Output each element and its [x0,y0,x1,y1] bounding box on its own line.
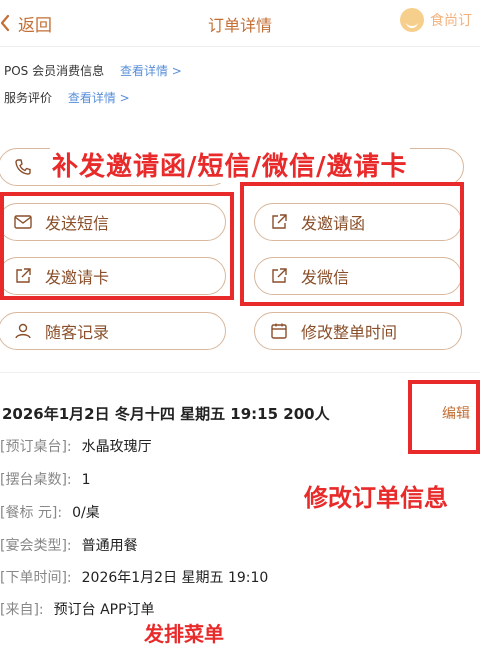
service-review-link[interactable]: 查看详情 > [68,91,130,105]
order-field-order-time: [下单时间]: 2026年1月2日 星期五 19:10 [0,567,268,587]
field-value: 0/桌 [72,505,100,521]
field-key: [来自]: [0,602,44,618]
order-field-banquet-type: [宴会类型]: 普通用餐 [0,535,138,555]
order-summary: 2026年1月2日 冬月十四 星期五 19:15 200人 [2,405,330,423]
field-key: [预订桌台]: [0,439,72,455]
phone-icon [15,159,31,175]
field-value: 预订台 APP订单 [53,602,155,618]
highlight-box-right [240,182,464,306]
service-review-row: 服务评价 查看详情 > [4,89,130,106]
annotation-resend: 补发邀请函/短信/微信/邀请卡 [50,146,410,183]
order-field-source: [来自]: 预订台 APP订单 [0,599,155,619]
annotation-send-menu: 发排菜单 [144,622,224,646]
order-field-table: [预订桌台]: 水晶玫瑰厅 [0,436,152,456]
divider [0,372,480,373]
field-value: 水晶玫瑰厅 [81,439,152,455]
field-key: [餐标 元]: [0,505,63,521]
annotation-modify-order: 修改订单信息 [304,484,448,512]
logo-icon [400,8,424,32]
modify-time-button[interactable]: 修改整单时间 [254,312,462,350]
service-review-label: 服务评价 [4,91,53,105]
pos-details-link[interactable]: 查看详情 > [120,64,182,78]
field-key: [摆台桌数]: [0,472,72,488]
user-icon [15,323,31,339]
logo-text: 食尚订 [430,13,472,29]
field-value: 1 [81,472,91,488]
highlight-box-left [0,192,234,300]
order-field-table-count: [摆台桌数]: 1 [0,469,91,489]
pos-info-label: POS 会员消费信息 [4,64,105,78]
field-value: 普通用餐 [81,538,138,554]
field-value: 2026年1月2日 星期五 19:10 [81,570,269,586]
pos-info-row: POS 会员消费信息 查看详情 > [4,62,182,79]
guest-record-label: 随客记录 [45,323,110,342]
highlight-box-edit [408,380,480,454]
order-field-meal-standard: [餐标 元]: 0/桌 [0,502,100,522]
modify-time-label: 修改整单时间 [301,323,398,342]
field-key: [下单时间]: [0,570,72,586]
guest-record-button[interactable]: 随客记录 [0,312,226,350]
field-key: [宴会类型]: [0,538,72,554]
app-logo: 食尚订 [400,8,472,32]
calendar-icon [271,323,287,339]
